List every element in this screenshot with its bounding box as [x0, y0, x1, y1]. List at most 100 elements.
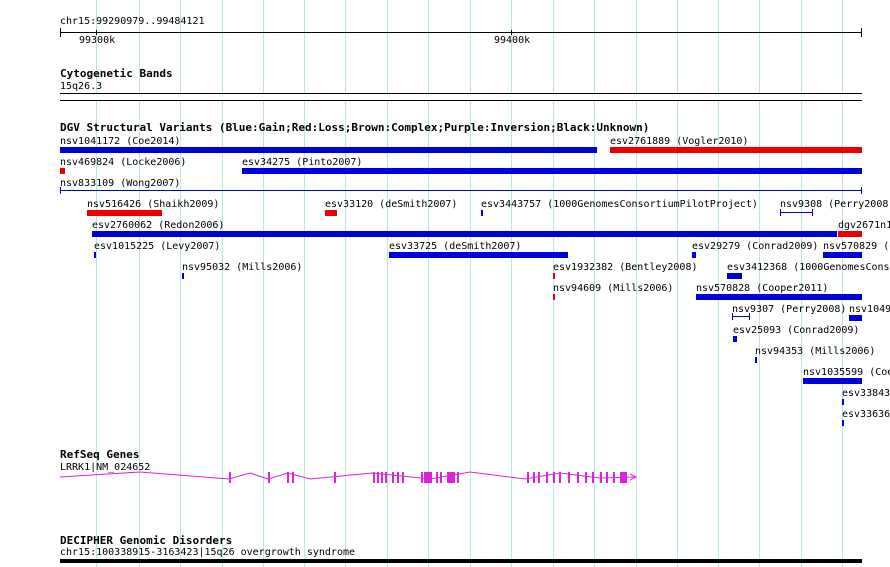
variant-bar[interactable] — [842, 399, 844, 405]
variant-label: esv29279 (Conrad2009) — [692, 241, 819, 252]
variant-bar[interactable] — [838, 231, 862, 237]
variant-label: esv3412368 (1000GenomesConso — [727, 262, 890, 273]
variant-bar[interactable] — [553, 294, 555, 300]
gene-exon — [457, 472, 459, 483]
variant-label: esv33636 — [842, 409, 890, 420]
variant-label: esv3443757 (1000GenomesConsortiumPilotPr… — [481, 199, 758, 210]
variant-bar[interactable] — [823, 252, 862, 258]
cytoband-label: 15q26.3 — [60, 81, 103, 92]
gene-exon — [430, 472, 432, 483]
gene-exon — [292, 472, 294, 483]
ruler-line[interactable] — [60, 32, 862, 33]
ruler-right-arrow — [861, 28, 862, 37]
gene-exon — [559, 472, 561, 483]
gene-exon — [538, 472, 540, 483]
gene-exon — [585, 472, 587, 483]
decipher-bar[interactable] — [60, 559, 862, 563]
variant-bar[interactable] — [610, 147, 862, 153]
variant-end-mark — [812, 209, 813, 216]
variant-bar[interactable] — [389, 252, 568, 258]
variant-end-mark — [861, 187, 862, 194]
gene-exon — [449, 472, 455, 483]
variant-label: nsv570829 (C — [823, 241, 890, 252]
variant-bar[interactable] — [692, 252, 696, 258]
gene-exon — [527, 472, 529, 483]
gene-exon — [533, 472, 535, 483]
gene-exon — [397, 472, 399, 483]
variant-bar[interactable] — [842, 420, 844, 426]
variant-bar[interactable] — [727, 273, 742, 279]
variant-end-mark — [732, 313, 733, 320]
gene-exon — [402, 472, 404, 483]
ruler-left-arrow — [60, 28, 61, 37]
gene-exon — [373, 472, 375, 483]
variant-label: esv1015225 (Levy2007) — [94, 241, 221, 252]
gene-exon — [421, 472, 423, 483]
ruler-tick-label: 99300k — [79, 35, 116, 46]
variant-bar[interactable] — [849, 315, 862, 321]
region-label: chr15:99290979..99484121 — [60, 16, 205, 27]
variant-bar[interactable] — [803, 378, 862, 384]
variant-label: nsv469824 (Locke2006) — [60, 157, 187, 168]
variant-bar[interactable] — [242, 168, 862, 174]
refseq-track-title[interactable]: RefSeq Genes — [60, 449, 139, 461]
variant-label: esv33843 — [842, 388, 890, 399]
variant-label: esv25093 (Conrad2009) — [733, 325, 860, 336]
variant-bar[interactable] — [87, 210, 162, 216]
gene-model-lrrk1[interactable] — [0, 464, 700, 488]
gene-exon — [377, 472, 379, 483]
variant-bar[interactable] — [92, 231, 837, 237]
gene-exon — [424, 472, 430, 483]
gene-exon — [229, 472, 231, 483]
genome-browser-view: chr15:99290979..99484121 99300k 99400k C… — [0, 0, 890, 567]
variant-label: nsv570828 (Cooper2011) — [696, 283, 829, 294]
variant-label: esv34275 (Pinto2007) — [242, 157, 363, 168]
variant-bar[interactable] — [325, 210, 337, 216]
variant-label: nsv94353 (Mills2006) — [755, 346, 876, 357]
variant-bar[interactable] — [481, 210, 483, 216]
gene-exon — [620, 472, 627, 483]
gene-exon — [381, 472, 383, 483]
gene-exon — [334, 472, 336, 483]
variant-label: nsv1041172 (Coe2014) — [60, 136, 181, 147]
gene-exon — [577, 472, 579, 483]
variant-bar[interactable] — [755, 357, 757, 363]
cytoband-track-title[interactable]: Cytogenetic Bands — [60, 68, 173, 80]
variant-bar[interactable] — [60, 168, 65, 174]
variant-bar[interactable] — [780, 212, 813, 213]
gene-exon — [613, 472, 615, 483]
variant-label: nsv1049 — [849, 304, 890, 315]
variant-label: nsv516426 (Shaikh2009) — [87, 199, 220, 210]
variant-label: esv2760062 (Redon2006) — [92, 220, 225, 231]
gene-exon — [592, 472, 594, 483]
decipher-item-label: chr15:100338915-3163423|15q26 overgrowth… — [60, 547, 356, 558]
dgv-track-title[interactable]: DGV Structural Variants (Blue:Gain;Red:L… — [60, 122, 649, 134]
variant-label: dgv2671n1 — [838, 220, 890, 231]
gene-exon — [436, 472, 438, 483]
variant-bar[interactable] — [553, 273, 555, 279]
gene-exon — [268, 472, 270, 483]
variant-bar[interactable] — [732, 316, 750, 317]
gene-exon — [447, 472, 449, 483]
variant-bar[interactable] — [696, 294, 862, 300]
variant-bar[interactable] — [182, 273, 184, 279]
variant-label: nsv1035599 (Coe — [803, 367, 890, 378]
variant-label: nsv9308 (Perry2008) — [780, 199, 890, 210]
variant-label: nsv95032 (Mills2006) — [182, 262, 303, 273]
decipher-track-title[interactable]: DECIPHER Genomic Disorders — [60, 535, 232, 547]
variant-bar[interactable] — [94, 252, 96, 258]
cytoband-bar[interactable] — [60, 93, 862, 101]
variant-bar[interactable] — [733, 336, 737, 342]
variant-label: esv33725 (deSmith2007) — [389, 241, 522, 252]
variant-bar[interactable] — [60, 190, 862, 191]
variant-end-mark — [60, 187, 61, 194]
variant-end-mark — [780, 209, 781, 216]
variant-bar[interactable] — [60, 147, 597, 153]
gene-exon — [287, 472, 289, 483]
variant-label: esv33120 (deSmith2007) — [325, 199, 458, 210]
ruler-tick-label: 99400k — [494, 35, 531, 46]
gene-exon — [600, 472, 602, 483]
gene-exon — [553, 472, 555, 483]
variant-label: esv2761889 (Vogler2010) — [610, 136, 749, 147]
gene-exon — [440, 472, 442, 483]
